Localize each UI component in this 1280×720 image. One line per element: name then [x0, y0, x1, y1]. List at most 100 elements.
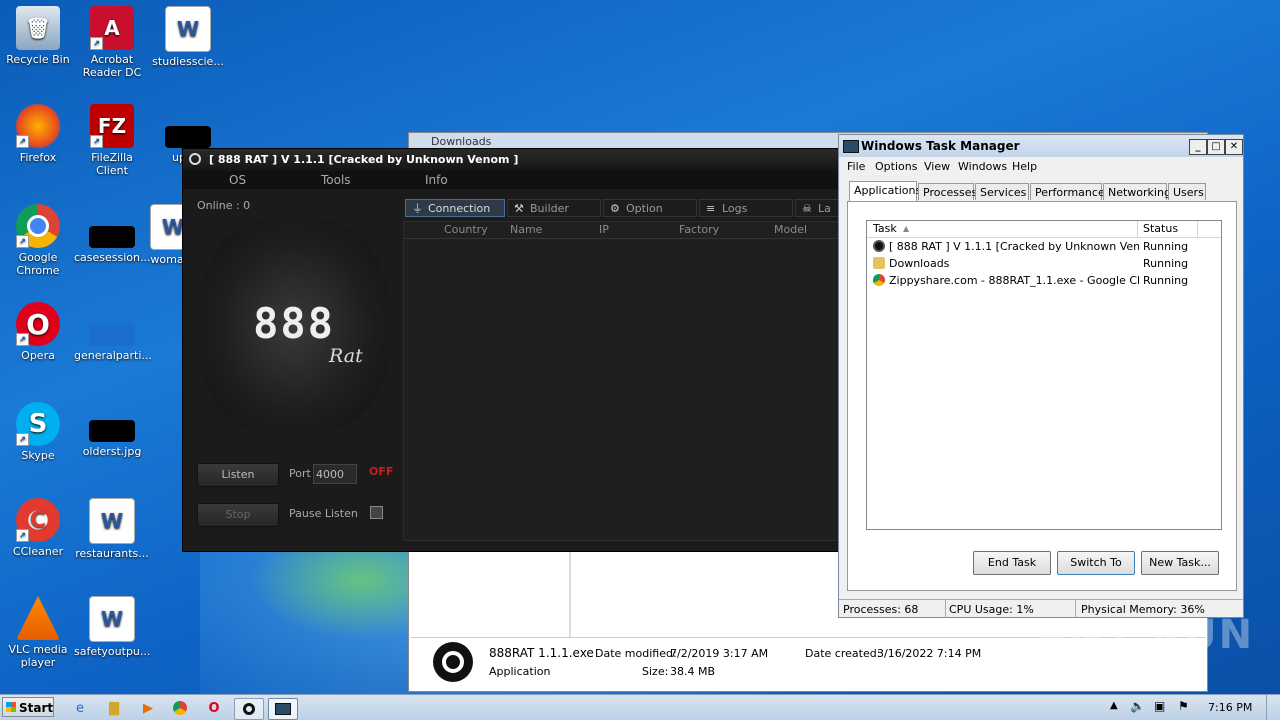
volume-icon[interactable]: 🔈	[1130, 699, 1145, 713]
task-status: Running	[1143, 274, 1189, 287]
menu-tools[interactable]: Tools	[321, 173, 351, 187]
cpu-usage: CPU Usage: 1%	[949, 603, 1034, 616]
menu-help[interactable]: Help	[1012, 160, 1037, 173]
icon-label: Recycle Bin	[6, 53, 70, 66]
tab-users[interactable]: Users	[1168, 183, 1206, 200]
desktop-icon-casesession[interactable]: casesession...	[74, 204, 151, 264]
desktop-icon-restaurants[interactable]: W restaurants...	[74, 498, 150, 560]
desktop-icon-skype[interactable]: S ↗ Skype	[0, 402, 76, 462]
desktop-icon-woma[interactable]: W woma	[150, 204, 184, 266]
desktop-icon-acrobat[interactable]: A ↗ Acrobat Reader DC	[74, 6, 150, 79]
icon-label: woma	[150, 253, 184, 266]
rat-window[interactable]: [ 888 RAT ] V 1.1.1 [Cracked by Unknown …	[182, 148, 841, 552]
tab-logs[interactable]: ≡ Logs	[699, 199, 793, 217]
show-desktop-button[interactable]	[1266, 695, 1279, 720]
rat-taskbar-icon[interactable]	[234, 698, 264, 720]
chrome-taskbar-icon[interactable]	[166, 698, 194, 718]
tab-option[interactable]: ⚙ Option	[603, 199, 697, 217]
minimize-button[interactable]: _	[1189, 139, 1207, 155]
new-task-button[interactable]: New Task...	[1141, 551, 1219, 575]
desktop-icon-safetyoutpu[interactable]: W safetyoutpu...	[74, 596, 150, 658]
tools-icon: ⚒	[514, 202, 524, 215]
col-task[interactable]: Task	[873, 222, 897, 235]
switch-to-button[interactable]: Switch To	[1057, 551, 1135, 575]
task-list-header: Task ▲ Status	[867, 221, 1221, 238]
port-input[interactable]	[313, 464, 357, 484]
logo-888: 888	[253, 299, 335, 348]
pause-listen-label: Pause Listen	[289, 507, 358, 520]
port-label: Port	[289, 467, 311, 480]
rat-tabs: ⏚ Connection ⚒ Builder ⚙ Option ≡ Logs ☠ La	[403, 199, 839, 219]
start-button[interactable]: Start	[2, 697, 54, 717]
tab-performance[interactable]: Performance	[1030, 183, 1105, 200]
opera-icon: O ↗	[16, 302, 60, 346]
action-center-flag-icon[interactable]: ⚑	[1178, 699, 1189, 713]
icon-label: VLC media player	[8, 643, 68, 669]
logo-rat: Rat	[329, 345, 363, 367]
menu-os[interactable]: OS	[229, 173, 246, 187]
desktop-icon-olderst[interactable]: olderst.jpg	[74, 402, 150, 458]
col-ip[interactable]: IP	[599, 223, 609, 236]
icon-label: Acrobat Reader DC	[82, 53, 142, 79]
explorer-folder-icon[interactable]: ▇	[100, 698, 128, 718]
show-hidden-icons-icon[interactable]: ▲	[1110, 700, 1118, 711]
connections-grid[interactable]: Country Name IP Factory Model	[403, 221, 841, 541]
task-row[interactable]: [ 888 RAT ] V 1.1.1 [Cracked by Unknown …	[867, 238, 1221, 255]
listen-button[interactable]: Listen	[197, 463, 279, 487]
col-status[interactable]: Status	[1143, 222, 1178, 235]
tab-applications[interactable]: Applications	[849, 181, 921, 201]
desktop-icon-recycle-bin[interactable]: 🗑 Recycle Bin	[0, 6, 76, 66]
task-manager-window[interactable]: Windows Task Manager _ □ ✕ File Options …	[838, 134, 1244, 618]
tab-builder[interactable]: ⚒ Builder	[507, 199, 601, 217]
word-doc-icon: W	[89, 498, 135, 544]
maximize-button[interactable]: □	[1207, 139, 1225, 155]
menu-file[interactable]: File	[847, 160, 865, 173]
close-button[interactable]: ✕	[1225, 139, 1243, 155]
task-manager-icon	[843, 140, 859, 153]
desktop-icon-studiesscie[interactable]: W studiesscie...	[150, 6, 226, 68]
tab-la[interactable]: ☠ La	[795, 199, 839, 217]
tab-networking[interactable]: Networking	[1103, 183, 1171, 200]
tm-titlebar[interactable]: Windows Task Manager _ □ ✕	[839, 135, 1243, 157]
opera-taskbar-icon[interactable]: O	[200, 698, 228, 718]
menu-windows[interactable]: Windows	[958, 160, 1007, 173]
end-task-button[interactable]: End Task	[973, 551, 1051, 575]
col-country[interactable]: Country	[444, 223, 488, 236]
task-name: Zippyshare.com - 888RAT_1.1.exe - Google…	[889, 274, 1139, 287]
desktop-icon-generalparti[interactable]: generalparti...	[74, 302, 152, 362]
desktop-icon-chrome[interactable]: ↗ Google Chrome	[0, 204, 76, 277]
clock[interactable]: 7:16 PM	[1208, 701, 1252, 714]
divider	[945, 600, 946, 618]
desktop-icon-firefox[interactable]: ↗ Firefox	[0, 104, 76, 164]
file-thumb-icon	[89, 324, 135, 346]
desktop-icon-vlc[interactable]: VLC media player	[0, 596, 76, 669]
network-icon[interactable]: ▣	[1154, 699, 1165, 713]
task-row[interactable]: Zippyshare.com - 888RAT_1.1.exe - Google…	[867, 272, 1221, 289]
pause-listen-checkbox[interactable]	[370, 506, 383, 519]
task-status: Running	[1143, 257, 1189, 270]
ie-icon[interactable]: e	[66, 698, 94, 718]
desktop-icon-ccleaner[interactable]: C ↗ CCleaner	[0, 498, 76, 558]
desktop-icon-filezilla[interactable]: FZ ↗ FileZilla Client	[74, 104, 150, 177]
task-list[interactable]: Task ▲ Status [ 888 RAT ] V 1.1.1 [Crack…	[866, 220, 1222, 530]
task-manager-taskbar-icon[interactable]	[268, 698, 298, 720]
menu-info[interactable]: Info	[425, 173, 448, 187]
rat-menubar: OS Tools Info	[183, 171, 839, 189]
menu-options[interactable]: Options	[875, 160, 917, 173]
date-created-label: Date created:	[805, 647, 881, 660]
icon-label: restaurants...	[75, 547, 149, 560]
tab-services[interactable]: Services	[975, 183, 1029, 200]
col-factory[interactable]: Factory	[679, 223, 719, 236]
rat-titlebar[interactable]: [ 888 RAT ] V 1.1.1 [Cracked by Unknown …	[183, 149, 839, 171]
icon-label: Firefox	[19, 151, 57, 164]
stop-button[interactable]: Stop	[197, 503, 279, 527]
menu-view[interactable]: View	[924, 160, 950, 173]
col-model[interactable]: Model	[774, 223, 807, 236]
media-player-icon[interactable]: ▶	[134, 698, 162, 718]
tab-processes[interactable]: Processes	[918, 183, 977, 200]
tm-title: Windows Task Manager	[861, 139, 1020, 153]
task-row[interactable]: Downloads Running	[867, 255, 1221, 272]
desktop-icon-opera[interactable]: O ↗ Opera	[0, 302, 76, 362]
col-name[interactable]: Name	[510, 223, 542, 236]
tab-connection[interactable]: ⏚ Connection	[405, 199, 505, 217]
